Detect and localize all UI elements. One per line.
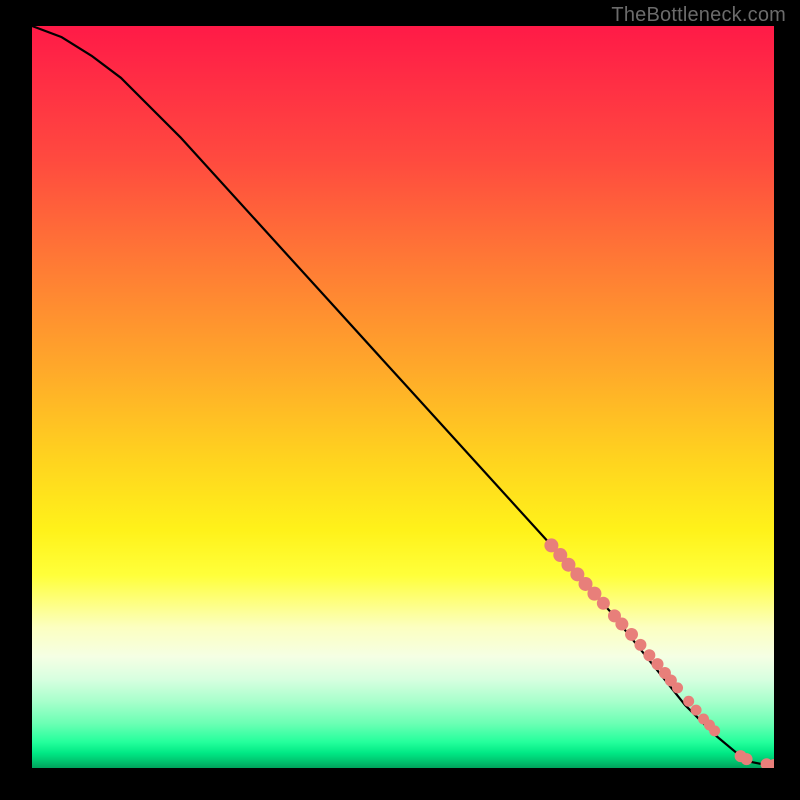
plot-svg-overlay bbox=[32, 26, 774, 768]
data-marker bbox=[634, 639, 646, 651]
data-marker bbox=[741, 753, 753, 765]
data-markers-group bbox=[544, 538, 774, 768]
data-marker bbox=[625, 628, 638, 641]
data-curve bbox=[32, 26, 774, 765]
data-marker bbox=[691, 705, 702, 716]
data-marker bbox=[709, 725, 720, 736]
watermark-text: TheBottleneck.com bbox=[611, 4, 786, 27]
data-marker bbox=[643, 649, 655, 661]
data-marker bbox=[672, 682, 683, 693]
data-marker bbox=[597, 597, 610, 610]
chart-stage: TheBottleneck.com bbox=[0, 0, 800, 800]
data-marker bbox=[683, 696, 694, 707]
plot-area bbox=[32, 26, 774, 768]
data-marker bbox=[615, 618, 628, 631]
